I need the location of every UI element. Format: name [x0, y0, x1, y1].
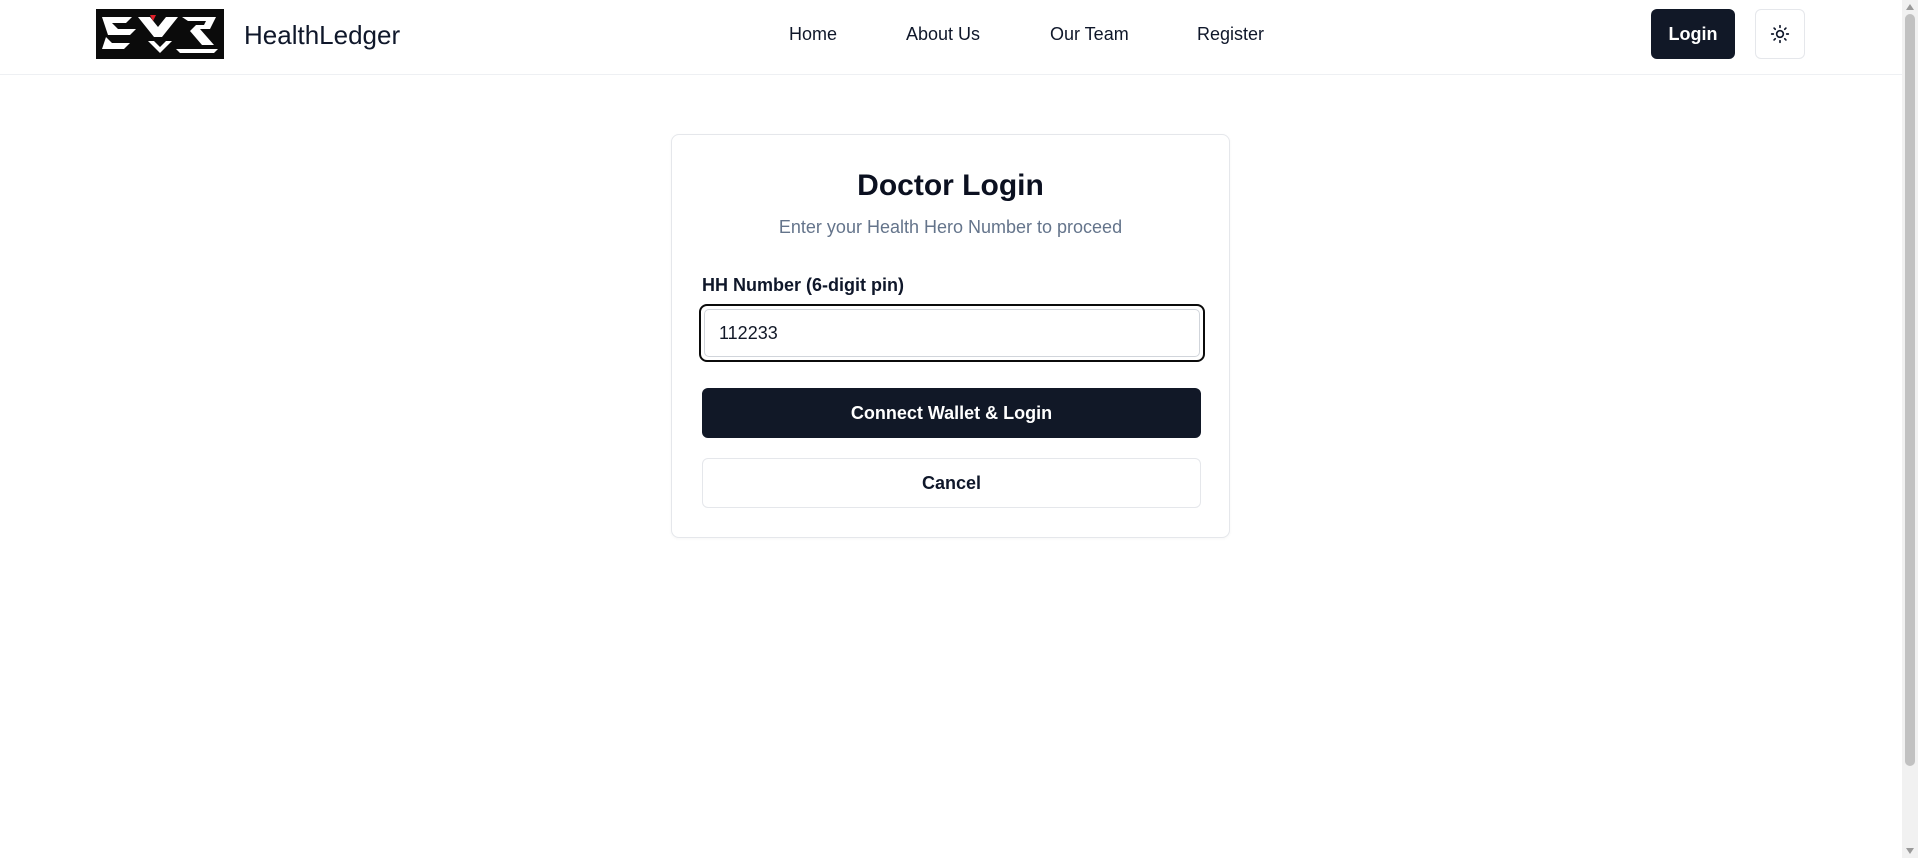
doctor-login-card: Doctor Login Enter your Health Hero Numb…	[671, 134, 1230, 538]
top-navbar: HealthLedger Home About Us Our Team Regi…	[0, 0, 1902, 75]
nav-about-us[interactable]: About Us	[906, 24, 980, 45]
nav-register[interactable]: Register	[1197, 24, 1264, 45]
hh-number-input[interactable]	[704, 309, 1200, 357]
nav-home[interactable]: Home	[789, 24, 837, 45]
card-title: Doctor Login	[857, 169, 1044, 202]
hh-number-field-focus-ring	[699, 304, 1205, 362]
sun-icon	[1770, 24, 1790, 44]
scroll-up-arrow-icon[interactable]	[1906, 4, 1914, 10]
scroll-thumb[interactable]	[1905, 14, 1915, 766]
cancel-button[interactable]: Cancel	[702, 458, 1201, 508]
theme-toggle-button[interactable]	[1755, 9, 1805, 59]
card-subtitle: Enter your Health Hero Number to proceed	[778, 217, 1123, 237]
connect-wallet-login-button[interactable]: Connect Wallet & Login	[702, 388, 1201, 438]
vertical-scrollbar[interactable]	[1902, 0, 1918, 858]
main-nav: Home About Us Our Team Register	[0, 24, 1902, 48]
nav-our-team[interactable]: Our Team	[1050, 24, 1129, 45]
scroll-down-arrow-icon[interactable]	[1906, 848, 1914, 854]
hh-number-label: HH Number (6-digit pin)	[702, 275, 904, 295]
login-button[interactable]: Login	[1651, 9, 1735, 59]
